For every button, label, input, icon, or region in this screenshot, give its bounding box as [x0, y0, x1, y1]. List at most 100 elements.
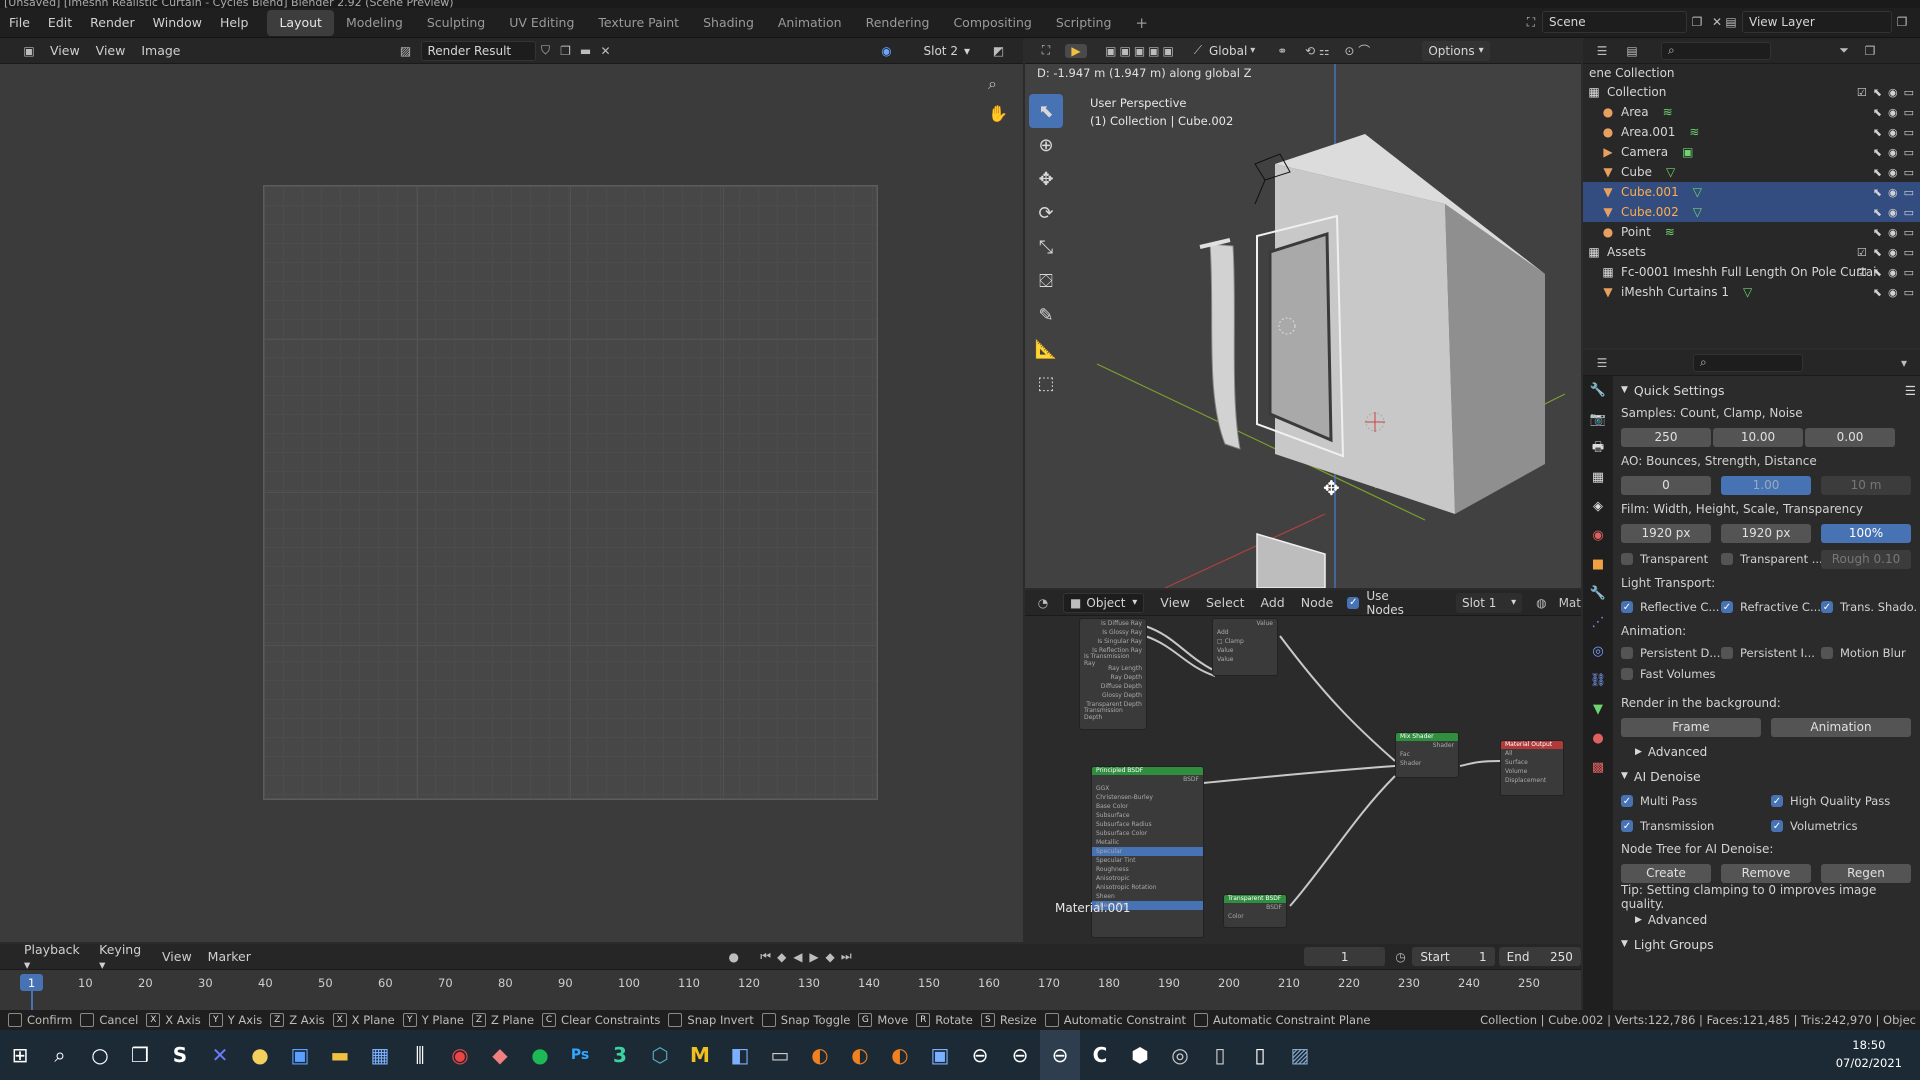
eye-icon[interactable]: ◉: [1888, 106, 1898, 119]
app-m-icon[interactable]: M: [680, 1030, 720, 1080]
outliner-item[interactable]: ▼ Cube.001 ▽ ⬉ ◉ ▭: [1583, 182, 1920, 202]
app-cube-icon[interactable]: ⬡: [640, 1030, 680, 1080]
outliner-item[interactable]: ● Area ≋ ⬉ ◉ ▭: [1583, 102, 1920, 122]
volumetrics-checkbox[interactable]: ✓ Volumetrics: [1771, 816, 1911, 836]
view-layer-tab-icon[interactable]: ▦: [1583, 463, 1613, 492]
new-scene-icon[interactable]: ❐: [1687, 15, 1707, 29]
mix-shader-node[interactable]: Mix Shader Shader Fac Shader: [1395, 732, 1459, 778]
outliner-item[interactable]: ▼ Cube ▽ ⬉ ◉ ▭: [1583, 162, 1920, 182]
ao-bounces-field[interactable]: 0: [1621, 475, 1711, 495]
mesh-data-icon[interactable]: ▽: [1693, 205, 1702, 219]
zoom-icon[interactable]: ⌕: [988, 74, 997, 94]
notepad-icon[interactable]: ▯: [1240, 1030, 1280, 1080]
outliner-item[interactable]: ● Point ≋ ⬉ ◉ ▭: [1583, 222, 1920, 242]
outliner-item[interactable]: ▶ Camera ▣ ⬉ ◉ ▭: [1583, 142, 1920, 162]
selectable-icon[interactable]: ⬉: [1873, 186, 1882, 199]
eye-icon[interactable]: ◉: [1888, 206, 1898, 219]
node-node-menu[interactable]: Node: [1293, 595, 1342, 610]
tab-sculpting[interactable]: Sculpting: [415, 10, 497, 36]
outliner-item[interactable]: ▼ iMeshh Curtains 1 ▽ ⬉ ◉ ▭: [1583, 282, 1920, 302]
tool-tab-icon[interactable]: 🔧: [1583, 376, 1613, 405]
editor-type-icon[interactable]: ◔: [1029, 596, 1057, 610]
chrome-icon[interactable]: ◉: [440, 1030, 480, 1080]
fast-volumes-checkbox[interactable]: Fast Volumes: [1621, 664, 1916, 684]
select-box-icon[interactable]: ▣▣▣▣▣: [1101, 44, 1181, 58]
prev-keyframe-icon[interactable]: ◆: [774, 950, 790, 964]
app-s-icon[interactable]: S: [160, 1030, 200, 1080]
image-menu[interactable]: Image: [133, 43, 188, 58]
eye-icon[interactable]: ◉: [1888, 126, 1898, 139]
node-slot-dropdown[interactable]: Slot 1 ▾: [1455, 592, 1523, 613]
tab-rendering[interactable]: Rendering: [854, 10, 942, 36]
render-result-canvas[interactable]: [263, 185, 878, 800]
selectable-icon[interactable]: ⬉: [1873, 126, 1882, 139]
menu-window[interactable]: Window: [144, 8, 211, 38]
selectable-icon[interactable]: ⬉: [1873, 266, 1882, 279]
persistent-images-checkbox[interactable]: Persistent I...: [1721, 643, 1821, 663]
output-tab-icon[interactable]: 🖶: [1583, 434, 1613, 463]
light-groups-header[interactable]: ▼ Light Groups: [1621, 932, 1916, 956]
clock-area[interactable]: 18:50 07/02/2021: [1836, 1036, 1902, 1072]
app-circle-icon-3[interactable]: ⊖: [1040, 1030, 1080, 1080]
persistent-data-checkbox[interactable]: Persistent D...: [1621, 643, 1721, 663]
scene-tab-icon[interactable]: ◈: [1583, 492, 1613, 521]
app-circle-icon-1[interactable]: ⊖: [960, 1030, 1000, 1080]
ao-strength-field[interactable]: 1.00: [1721, 475, 1811, 495]
tab-shading[interactable]: Shading: [691, 10, 766, 36]
trans-shadow-checkbox[interactable]: ✓ Trans. Shado...: [1821, 597, 1916, 617]
outliner-item[interactable]: ▦ Assets ☑ ⬉ ◉ ▭: [1583, 242, 1920, 262]
render-animation-button[interactable]: Animation: [1771, 717, 1911, 737]
options-dropdown[interactable]: Options ▾: [1422, 40, 1490, 61]
mesh-data-icon[interactable]: ▽: [1666, 165, 1675, 179]
ao-distance-field[interactable]: 10 m: [1821, 475, 1911, 495]
blender-icon-1[interactable]: ◐: [800, 1030, 840, 1080]
editor-type-icon[interactable]: ☰: [1587, 44, 1617, 58]
constraints-tab-icon[interactable]: ⛓: [1583, 666, 1613, 695]
light-path-node[interactable]: Is Diffuse Ray Is Glossy Ray Is Singular R…: [1079, 618, 1147, 730]
film-scale-field[interactable]: 100%: [1821, 523, 1911, 543]
view-layer-field[interactable]: View Layer: [1742, 11, 1892, 33]
selectable-icon[interactable]: ⬉: [1873, 246, 1882, 259]
new-view-layer-icon[interactable]: ❐: [1892, 15, 1912, 29]
app-circle-icon-2[interactable]: ⊖: [1000, 1030, 1040, 1080]
multi-pass-checkbox[interactable]: ✓ Multi Pass: [1621, 791, 1771, 811]
eye-icon[interactable]: ◉: [1888, 226, 1898, 239]
outliner-item[interactable]: ▼ Cube.002 ▽ ⬉ ◉ ▭: [1583, 202, 1920, 222]
view-menu-dropdown[interactable]: View: [42, 43, 88, 58]
material-browse-icon[interactable]: ◍: [1530, 596, 1552, 610]
store-icon[interactable]: ▣: [280, 1030, 320, 1080]
light-data-icon[interactable]: ≋: [1689, 125, 1699, 139]
photoshop-icon[interactable]: Ps: [560, 1030, 600, 1080]
menu-file[interactable]: File: [0, 8, 39, 38]
proportional-edit-icon[interactable]: ⊙ ⌒: [1337, 42, 1377, 59]
render-layer-icon[interactable]: ◩: [984, 44, 1014, 58]
app-photos-icon[interactable]: ▨: [1280, 1030, 1320, 1080]
render-icon[interactable]: ▭: [1904, 226, 1914, 239]
light-data-icon[interactable]: ≋: [1665, 225, 1675, 239]
view-menu[interactable]: View: [88, 43, 134, 58]
next-keyframe-icon[interactable]: ◆: [822, 950, 838, 964]
eye-icon[interactable]: ◉: [1888, 266, 1898, 279]
app-window-icon[interactable]: ▣: [920, 1030, 960, 1080]
pan-hand-icon[interactable]: ✋: [988, 104, 1008, 123]
ai-denoise-header[interactable]: ▼ AI Denoise: [1621, 764, 1916, 788]
app-blue-icon[interactable]: ◧: [720, 1030, 760, 1080]
properties-options-icon[interactable]: ▾: [1889, 356, 1919, 370]
transparent-bsdf-node[interactable]: Transparent BSDF BSDF Color: [1223, 894, 1287, 928]
open-image-icon[interactable]: ▬: [576, 44, 596, 58]
node-view-menu[interactable]: View: [1152, 595, 1198, 610]
create-button[interactable]: Create: [1621, 863, 1711, 883]
app-c-icon[interactable]: C: [1080, 1030, 1120, 1080]
record-icon[interactable]: ●: [724, 950, 744, 964]
tab-texture-paint[interactable]: Texture Paint: [586, 10, 691, 36]
select-mode-icon[interactable]: ▶: [1065, 43, 1087, 58]
play-icon[interactable]: ▶: [806, 950, 822, 964]
app-monitor-icon[interactable]: ▭: [760, 1030, 800, 1080]
mesh-data-icon[interactable]: ▽: [1693, 185, 1702, 199]
object-dropdown[interactable]: ■ Object ▾: [1063, 592, 1145, 613]
high-quality-pass-checkbox[interactable]: ✓ High Quality Pass: [1771, 791, 1911, 811]
timeline-ruler[interactable]: 1 10 20 30 40 50 60 70 80 90 100 110 120 130 140 150 16…: [0, 970, 1581, 1010]
spotify-icon[interactable]: ●: [520, 1030, 560, 1080]
app-doc-icon[interactable]: ▯: [1200, 1030, 1240, 1080]
calculator-icon[interactable]: ▦: [360, 1030, 400, 1080]
